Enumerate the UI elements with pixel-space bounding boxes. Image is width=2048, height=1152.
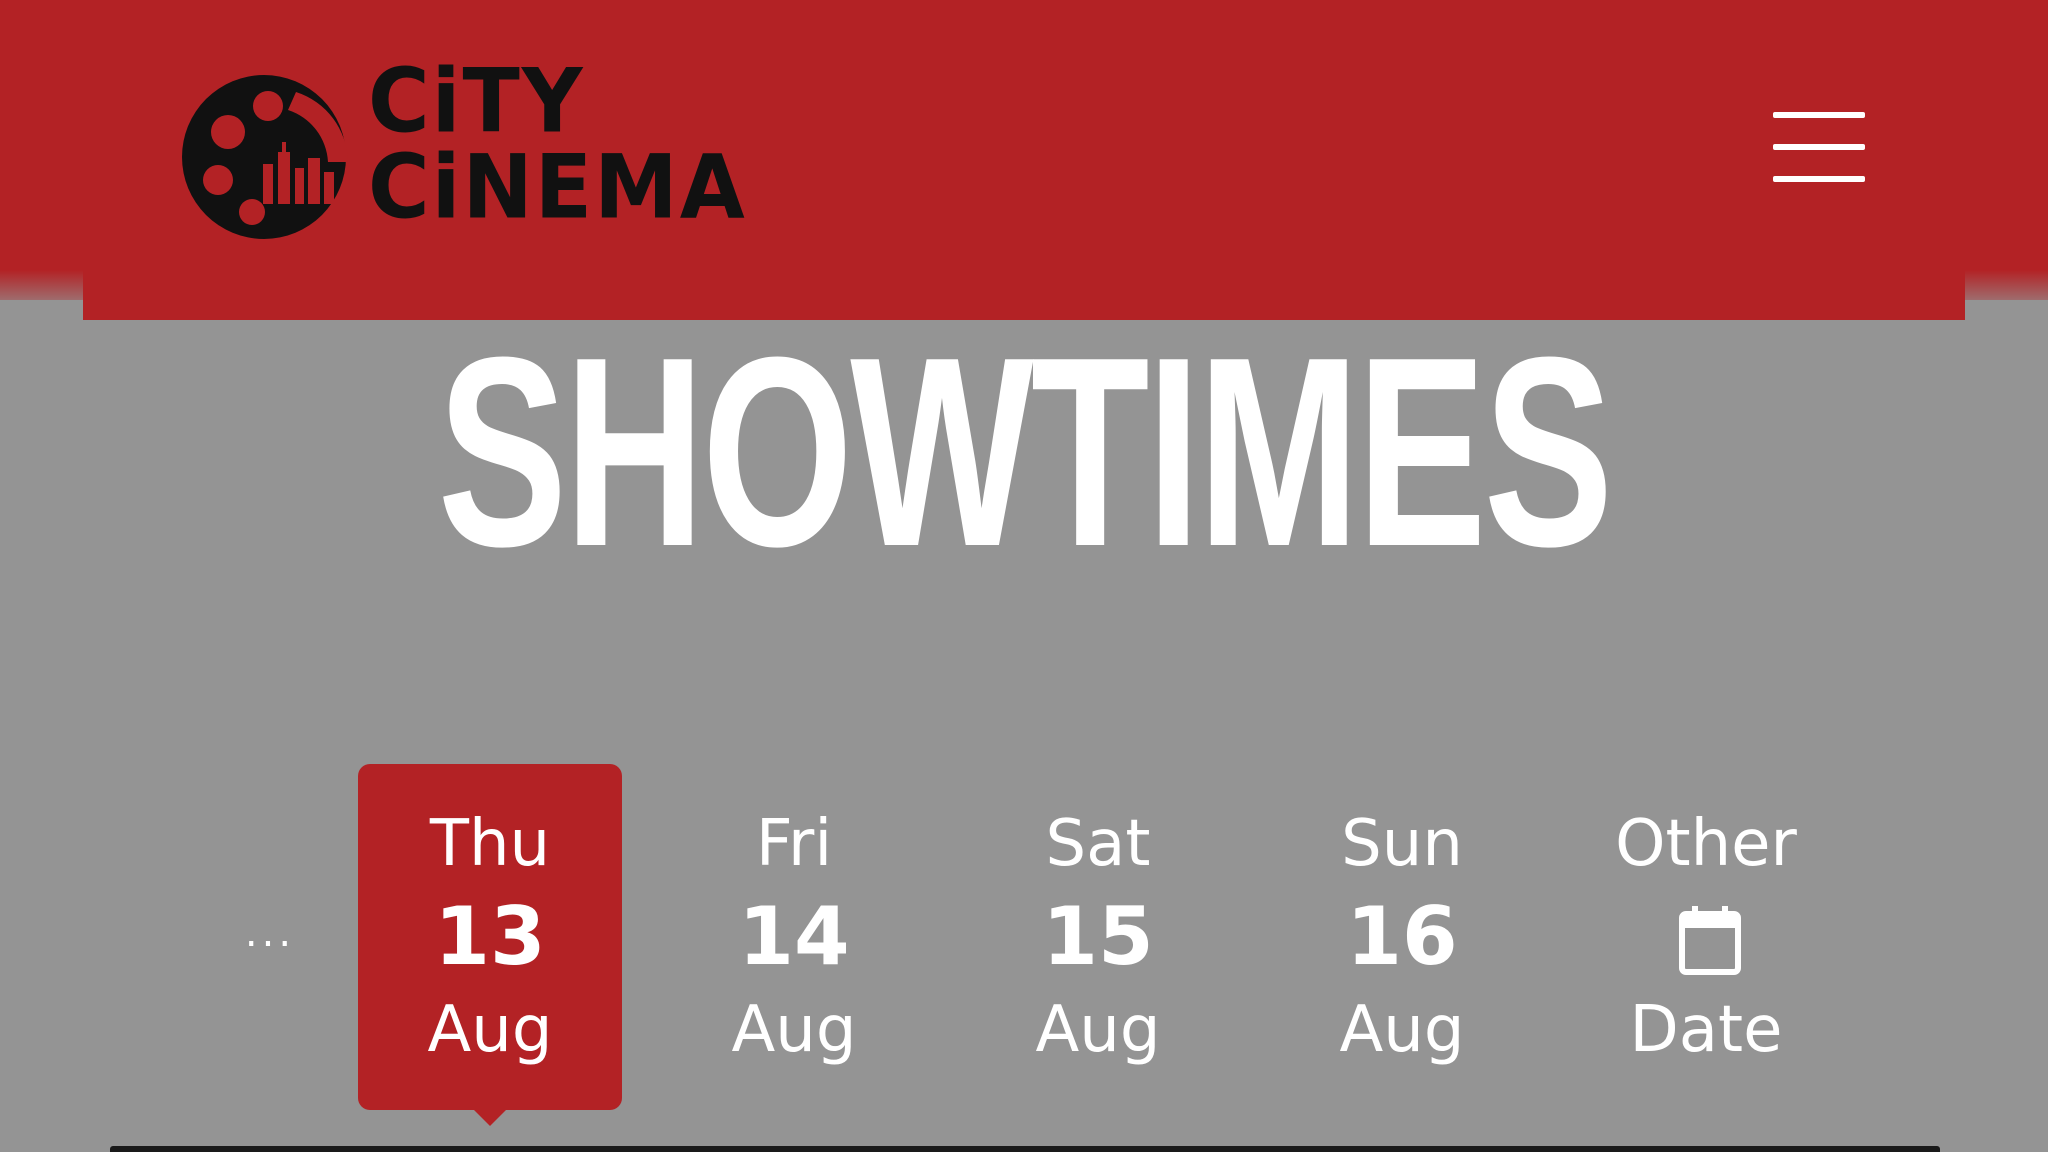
other-date-label: Other: [1615, 807, 1797, 881]
date-tab-sun-16[interactable]: Sun 16 Aug: [1270, 764, 1534, 1110]
date-day: Thu: [429, 807, 551, 881]
page-title: SHOWTIMES: [437, 302, 1614, 603]
date-number: 16: [1346, 890, 1458, 983]
date-number: 13: [434, 890, 546, 983]
date-tab-fri-14[interactable]: Fri 14 Aug: [662, 764, 926, 1110]
brand-line-1: CiTY: [368, 49, 585, 153]
brand-wordmark: CiTY CiNEMA: [368, 49, 747, 239]
brand-logo[interactable]: CiTY CiNEMA: [178, 57, 758, 252]
date-number: 15: [1042, 890, 1154, 983]
app-screen: CiTY CiNEMA SHOWTIMES ... Thu 13 Aug Fri…: [0, 0, 2048, 1152]
menu-line: [1773, 176, 1865, 182]
film-reel-logo-icon: [182, 75, 348, 239]
menu-line: [1773, 112, 1865, 118]
date-tab-other[interactable]: Other Date: [1574, 764, 1838, 1110]
date-day: Sun: [1341, 807, 1463, 881]
date-day: Fri: [755, 807, 833, 881]
date-selector: ... Thu 13 Aug Fri 14 Aug Sat 15 Aug Sun…: [0, 760, 2048, 1140]
date-month: Aug: [731, 993, 857, 1067]
calendar-icon: [1679, 906, 1741, 975]
other-date-sublabel: Date: [1629, 993, 1783, 1067]
menu-line: [1773, 144, 1865, 150]
brand-line-2: CiNEMA: [368, 135, 747, 239]
date-month: Aug: [1339, 993, 1465, 1067]
hamburger-menu-icon[interactable]: [1773, 108, 1865, 184]
date-tab-thu-13[interactable]: Thu 13 Aug: [358, 764, 622, 1126]
date-month: Aug: [427, 993, 553, 1067]
content-panel-edge: [110, 1146, 1940, 1152]
date-day: Sat: [1045, 807, 1151, 881]
site-header: CiTY CiNEMA: [83, 0, 1965, 320]
date-month: Aug: [1035, 993, 1161, 1067]
date-number: 14: [738, 890, 850, 983]
date-tab-sat-15[interactable]: Sat 15 Aug: [966, 764, 1230, 1110]
previous-dates-button[interactable]: ...: [240, 910, 300, 956]
